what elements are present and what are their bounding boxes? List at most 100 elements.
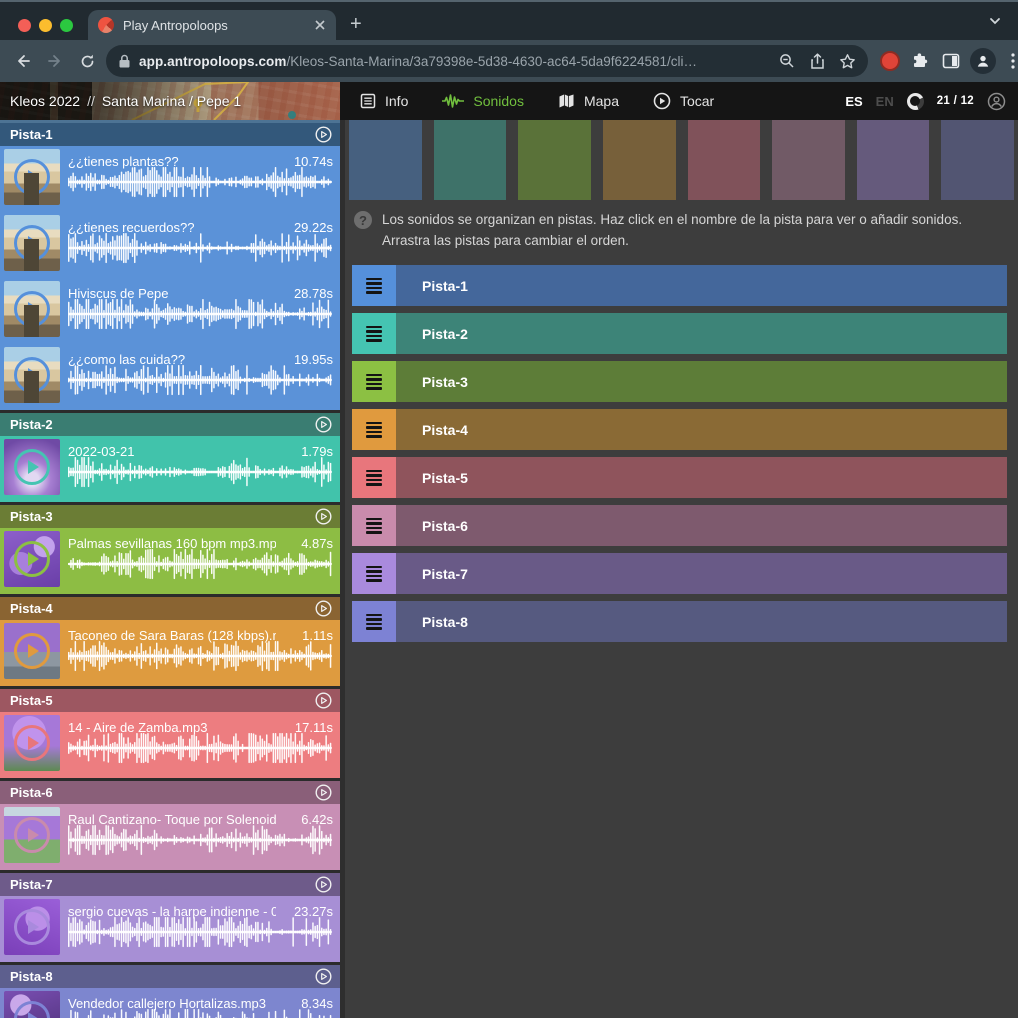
track-play-button[interactable]	[315, 876, 332, 893]
play-circle-icon	[653, 92, 671, 110]
drag-handle[interactable]	[352, 313, 396, 354]
breadcrumb-project: Kleos 2022	[10, 93, 80, 109]
tab-search-chevron-icon[interactable]	[988, 14, 1002, 28]
track-row-button[interactable]: Pista-8	[396, 601, 1007, 642]
track-row-label: Pista-4	[422, 422, 468, 438]
audio-clip[interactable]: sergio cuevas - la harpe indienne - 03 -…	[0, 896, 340, 962]
nav-item-sonidos[interactable]: Sonidos	[442, 93, 524, 109]
track-play-button[interactable]	[315, 508, 332, 525]
audio-clip[interactable]: ¿¿como las cuida??19.95s	[0, 344, 340, 410]
sidebar-track-header-4[interactable]: Pista-4	[0, 597, 340, 620]
track-play-button[interactable]	[315, 600, 332, 617]
sidebar-track-header-3[interactable]: Pista-3	[0, 505, 340, 528]
browser-menu-kebab-icon[interactable]	[1002, 50, 1018, 72]
browser-tab[interactable]: Play Antropoloops	[88, 10, 336, 40]
tracks-sidebar: Pista-1¿¿tienes plantas??10.74s¿¿tienes …	[0, 120, 340, 1018]
audio-clip[interactable]: Palmas sevillanas 160 bpm mp3.mp34.87s	[0, 528, 340, 594]
recording-extension-icon[interactable]	[880, 51, 900, 71]
sidebar-track-header-8[interactable]: Pista-8	[0, 965, 340, 988]
account-icon[interactable]	[987, 92, 1006, 111]
track-row-button[interactable]: Pista-6	[396, 505, 1007, 546]
track-play-button[interactable]	[315, 968, 332, 985]
audio-clip[interactable]: ¿¿tienes recuerdos??29.22s	[0, 212, 340, 278]
app-nav: Info Sonidos Mapa Tocar	[360, 92, 714, 110]
track-row-button[interactable]: Pista-1	[396, 265, 1007, 306]
audio-clip[interactable]: 14 - Aire de Zamba.mp317.11s	[0, 712, 340, 778]
drag-handle[interactable]	[352, 265, 396, 306]
audio-clip[interactable]: Vendedor callejero Hortalizas.mp38.34s	[0, 988, 340, 1018]
track-row-4: Pista-4	[352, 409, 1007, 450]
track-row-button[interactable]: Pista-4	[396, 409, 1007, 450]
drag-handle[interactable]	[352, 553, 396, 594]
drag-handle-icon	[366, 518, 382, 534]
clip-play-button[interactable]	[14, 1001, 50, 1018]
extensions-puzzle-icon[interactable]	[906, 50, 932, 72]
share-icon[interactable]	[806, 50, 828, 72]
nav-item-tocar[interactable]: Tocar	[653, 92, 714, 110]
sidebar-track-header-2[interactable]: Pista-2	[0, 413, 340, 436]
minimize-window-button[interactable]	[39, 19, 52, 32]
app-header: Kleos 2022 // Santa Marina / Pepe 1 Info…	[0, 82, 1018, 120]
tab-close-icon[interactable]	[314, 19, 326, 31]
drag-handle[interactable]	[352, 457, 396, 498]
lang-es-button[interactable]: ES	[845, 94, 862, 109]
track-rows-list: Pista-1 Pista-2 Pista-3 Pista-4 Pista-5 Pista…	[352, 265, 1007, 642]
reload-button[interactable]	[74, 48, 100, 74]
track-row-button[interactable]: Pista-5	[396, 457, 1007, 498]
audio-clip[interactable]: Taconeo de Sara Baras (128 kbps).mp31.11…	[0, 620, 340, 686]
track-row-button[interactable]: Pista-7	[396, 553, 1007, 594]
clip-play-button[interactable]	[14, 291, 50, 327]
new-tab-button[interactable]: +	[350, 14, 362, 34]
nav-item-info[interactable]: Info	[360, 93, 408, 109]
clip-play-button[interactable]	[14, 159, 50, 195]
close-window-button[interactable]	[18, 19, 31, 32]
track-play-button[interactable]	[315, 784, 332, 801]
drag-handle[interactable]	[352, 409, 396, 450]
audio-clip[interactable]: ¿¿tienes plantas??10.74s	[0, 146, 340, 212]
clip-play-button[interactable]	[14, 357, 50, 393]
sidebar-track-header-5[interactable]: Pista-5	[0, 689, 340, 712]
track-row-button[interactable]: Pista-3	[396, 361, 1007, 402]
track-swatch-3	[518, 120, 591, 200]
track-play-button[interactable]	[315, 416, 332, 433]
side-panel-icon[interactable]	[938, 50, 964, 72]
profile-avatar[interactable]	[970, 48, 996, 74]
clip-thumbnail	[4, 215, 60, 271]
sidebar-track-header-6[interactable]: Pista-6	[0, 781, 340, 804]
back-button[interactable]	[10, 48, 36, 74]
sidebar-track-header-1[interactable]: Pista-1	[0, 123, 340, 146]
waveform-icon	[442, 93, 464, 109]
drag-handle[interactable]	[352, 505, 396, 546]
forward-button[interactable]	[42, 48, 68, 74]
track-play-button[interactable]	[315, 126, 332, 143]
drag-handle[interactable]	[352, 361, 396, 402]
sidebar-track-header-7[interactable]: Pista-7	[0, 873, 340, 896]
clip-play-button[interactable]	[14, 541, 50, 577]
lang-en-button[interactable]: EN	[876, 94, 894, 109]
track-play-button[interactable]	[315, 692, 332, 709]
track-name: Pista-5	[10, 693, 315, 708]
audio-clip[interactable]: Hiviscus de Pepe28.78s	[0, 278, 340, 344]
audio-clip[interactable]: 2022-03-211.79s	[0, 436, 340, 502]
address-bar[interactable]: app.antropoloops.com/Kleos-Santa-Marina/…	[106, 45, 868, 77]
clip-play-button[interactable]	[14, 449, 50, 485]
clip-play-button[interactable]	[14, 817, 50, 853]
clip-play-button[interactable]	[14, 909, 50, 945]
clip-thumbnail	[4, 991, 60, 1018]
map-thumbnail-banner[interactable]: Kleos 2022 // Santa Marina / Pepe 1	[0, 82, 340, 120]
nav-item-mapa[interactable]: Mapa	[558, 93, 619, 109]
clip-play-button[interactable]	[14, 225, 50, 261]
maximize-window-button[interactable]	[60, 19, 73, 32]
bookmark-star-icon[interactable]	[836, 50, 858, 72]
track-row-button[interactable]: Pista-2	[396, 313, 1007, 354]
breadcrumb-separator: //	[87, 93, 95, 109]
clip-thumbnail	[4, 439, 60, 495]
track-row-7: Pista-7	[352, 553, 1007, 594]
play-triangle-icon	[28, 236, 39, 250]
clip-play-button[interactable]	[14, 725, 50, 761]
zoom-out-icon[interactable]	[776, 50, 798, 72]
clip-play-button[interactable]	[14, 633, 50, 669]
drag-handle[interactable]	[352, 601, 396, 642]
sidebar-track-section-8: Pista-8Vendedor callejero Hortalizas.mp3…	[0, 965, 340, 1018]
audio-clip[interactable]: Raul Cantizano- Toque por Solenoide.mp36…	[0, 804, 340, 870]
